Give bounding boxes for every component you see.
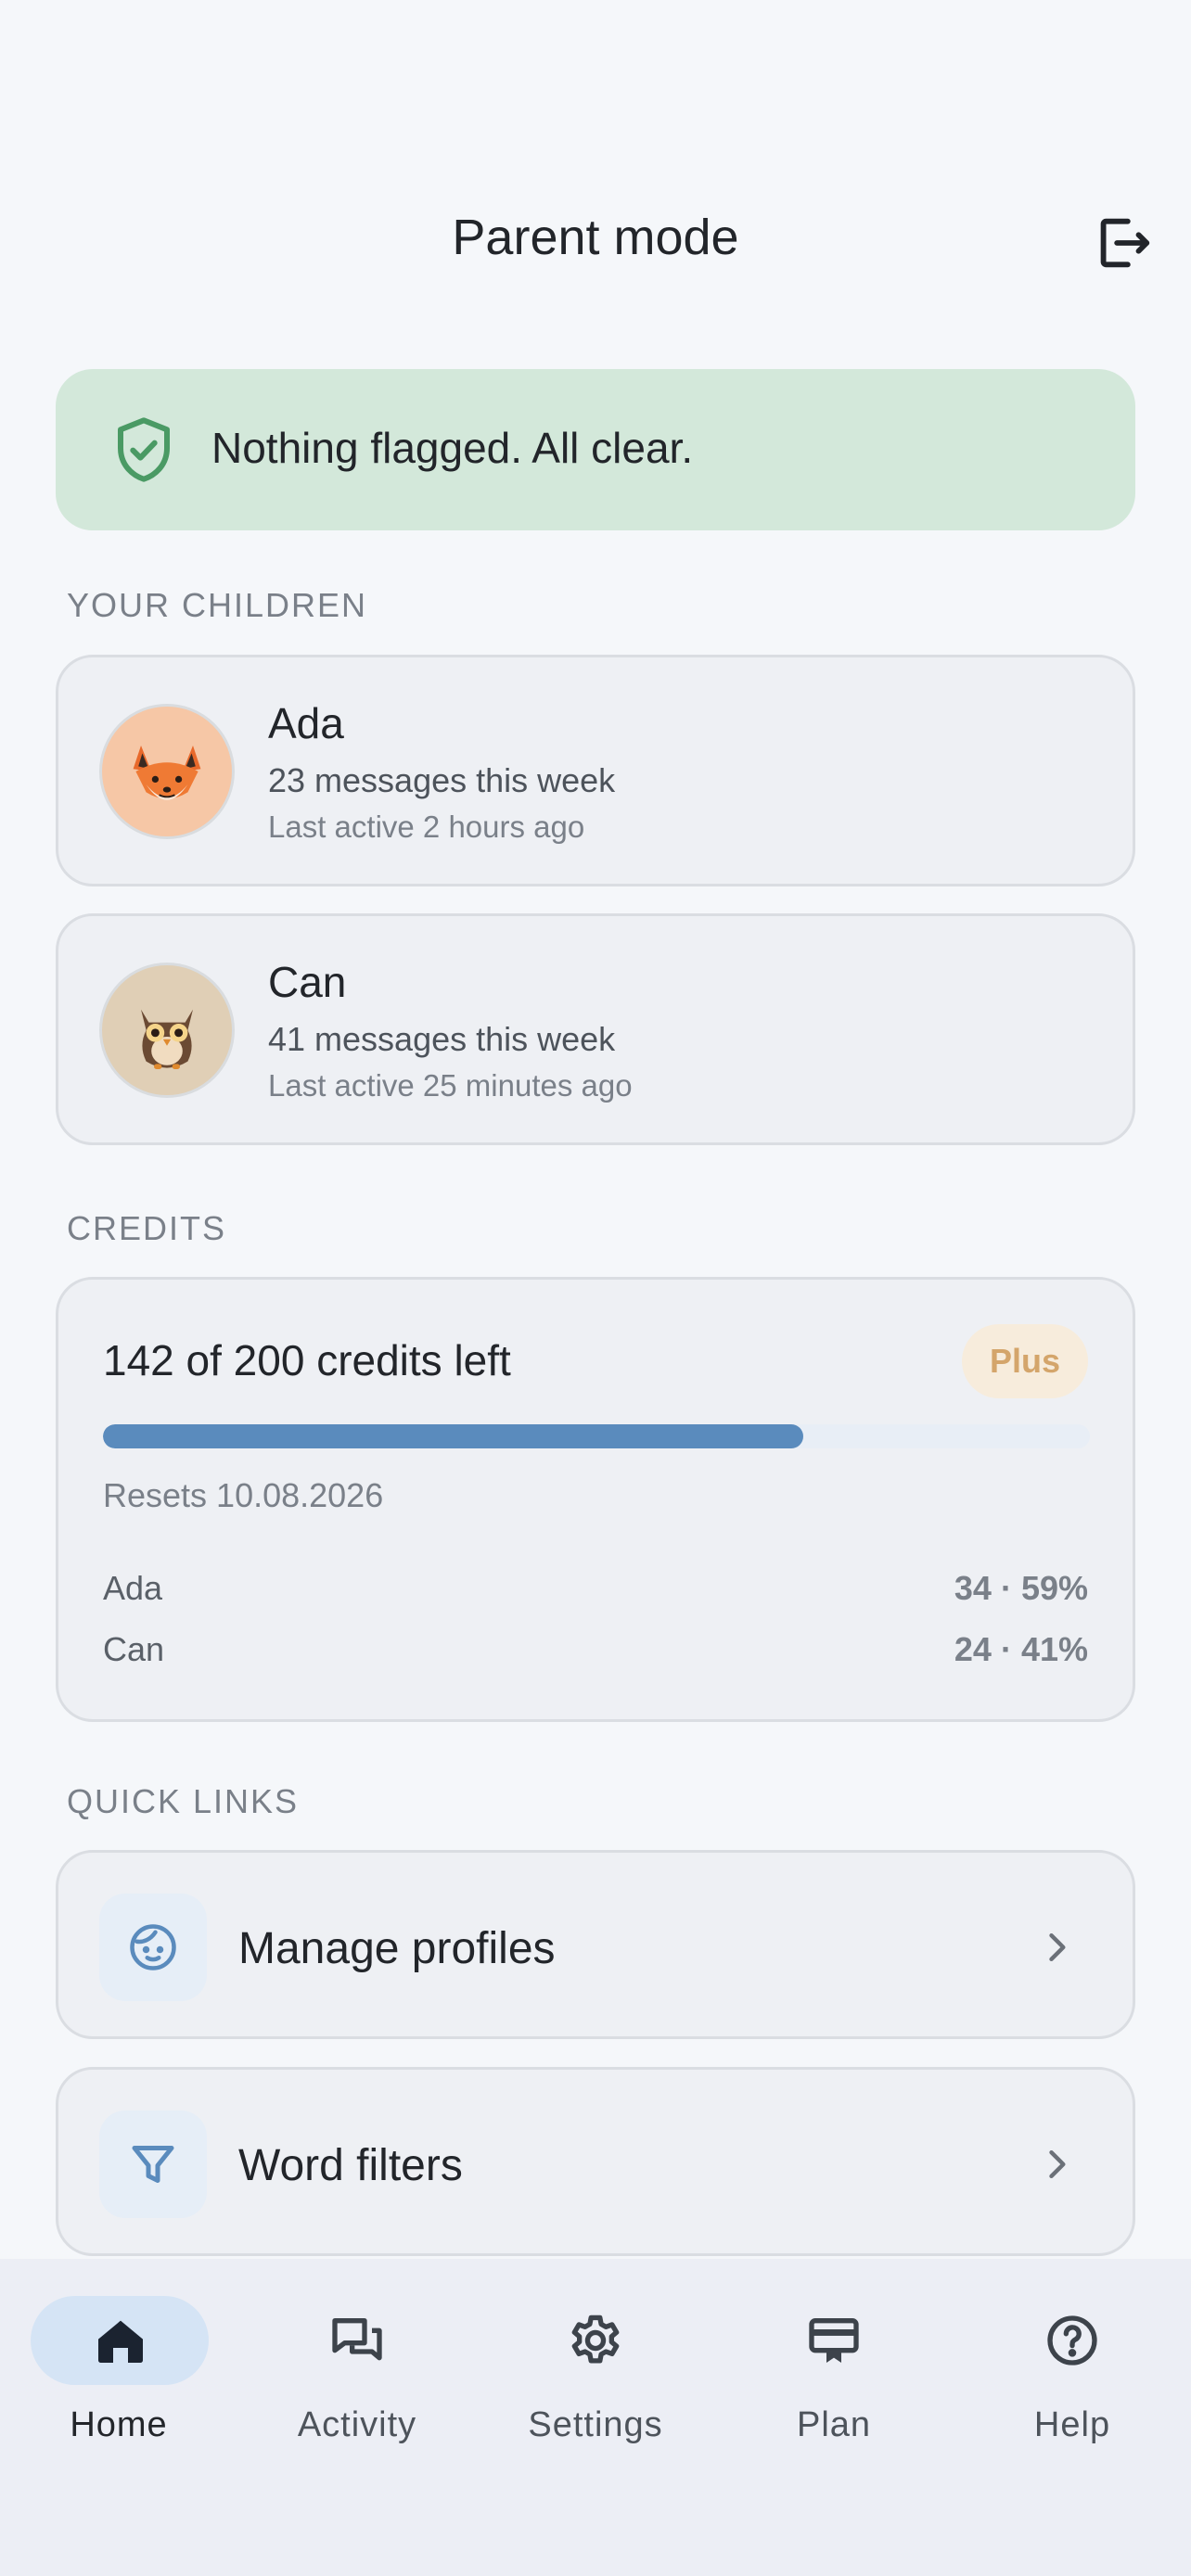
- face-icon: [130, 1924, 176, 1970]
- logout-button[interactable]: [1090, 210, 1155, 275]
- bottom-navigation: Home Activity Settings Plan Help: [0, 2259, 1191, 2576]
- card-icon: [809, 2318, 859, 2363]
- usage-name: Can: [103, 1630, 165, 1668]
- plan-badge: Plus: [961, 1324, 1088, 1398]
- usage-row-can: Can 24 · 41%: [103, 1630, 1088, 1677]
- child-name: Ada: [268, 699, 344, 747]
- credits-summary: 142 of 200 credits left: [103, 1336, 511, 1384]
- word-filters-link[interactable]: Word filters: [56, 2067, 1135, 2256]
- header: Parent mode: [0, 199, 1191, 283]
- nav-label: Activity: [297, 2405, 417, 2444]
- fox-icon: [133, 746, 201, 800]
- manage-profiles-link[interactable]: Manage profiles: [56, 1850, 1135, 2039]
- nav-label: Home: [70, 2405, 168, 2444]
- credits-reset-date: Resets 10.08.2026: [103, 1476, 384, 1514]
- link-label: Manage profiles: [238, 1924, 556, 1973]
- section-label-credits: CREDITS: [67, 1209, 227, 1247]
- avatar-ada: [99, 704, 235, 839]
- credits-progress-fill: [103, 1424, 804, 1448]
- chevron-right-icon: [1049, 2149, 1066, 2179]
- credits-progress-bar: [103, 1424, 1090, 1448]
- shield-check-icon: [118, 417, 170, 482]
- nav-home[interactable]: Home: [30, 2296, 234, 2454]
- nav-activity[interactable]: Activity: [255, 2296, 459, 2454]
- credits-card: 142 of 200 credits left Plus Resets 10.0…: [56, 1277, 1135, 1722]
- usage-value: 24 · 41%: [954, 1630, 1088, 1668]
- nav-help[interactable]: Help: [970, 2296, 1174, 2454]
- section-label-children: YOUR CHILDREN: [67, 586, 368, 624]
- home-icon: [98, 2320, 143, 2363]
- child-messages: 41 messages this week: [268, 1020, 616, 1058]
- nav-plan[interactable]: Plan: [732, 2296, 936, 2454]
- link-icon-container: [99, 1894, 207, 2001]
- avatar-can: [99, 963, 235, 1098]
- gear-icon: [571, 2315, 620, 2364]
- usage-value: 34 · 59%: [954, 1569, 1088, 1607]
- usage-row-ada: Ada 34 · 59%: [103, 1569, 1088, 1615]
- nav-settings[interactable]: Settings: [493, 2296, 698, 2454]
- logout-icon: [1100, 218, 1150, 268]
- child-messages: 23 messages this week: [268, 761, 616, 799]
- link-label: Word filters: [238, 2141, 463, 2190]
- usage-name: Ada: [103, 1569, 163, 1607]
- filter-icon: [132, 2146, 174, 2183]
- status-text: Nothing flagged. All clear.: [211, 424, 694, 472]
- parent-mode-screen: Parent mode Nothing flagged. All clear. …: [0, 0, 1191, 2576]
- child-last-active: Last active 25 minutes ago: [268, 1068, 633, 1103]
- section-label-quick-links: QUICK LINKS: [67, 1782, 300, 1820]
- child-last-active: Last active 2 hours ago: [268, 810, 585, 844]
- status-banner: Nothing flagged. All clear.: [56, 369, 1135, 530]
- page-title: Parent mode: [452, 210, 739, 265]
- nav-label: Settings: [528, 2405, 663, 2444]
- child-card-ada[interactable]: Ada 23 messages this week Last active 2 …: [56, 655, 1135, 886]
- owl-icon: [141, 1009, 193, 1069]
- child-name: Can: [268, 958, 347, 1006]
- link-icon-container: [99, 2111, 207, 2218]
- child-card-can[interactable]: Can 41 messages this week Last active 25…: [56, 913, 1135, 1145]
- chevron-right-icon: [1049, 1932, 1066, 1962]
- nav-label: Help: [1033, 2405, 1111, 2444]
- nav-label: Plan: [796, 2405, 872, 2444]
- chat-icon: [332, 2318, 382, 2361]
- help-icon: [1047, 2315, 1097, 2366]
